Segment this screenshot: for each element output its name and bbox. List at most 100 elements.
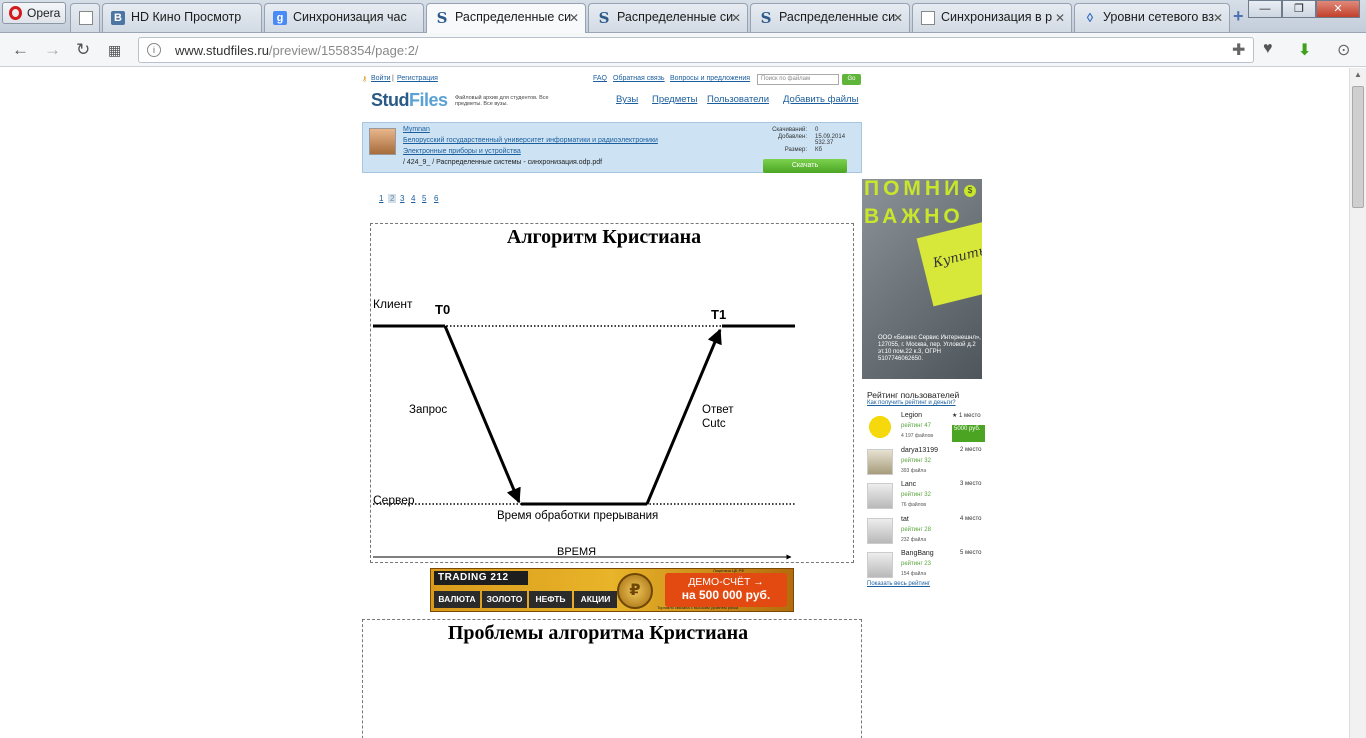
rating-row[interactable]: Lanc рейтинг 32 76 файлов 3 место [867,481,987,515]
tab-network-levels[interactable]: ◊ Уровни сетевого вз ✕ [1074,3,1230,32]
page-link-6[interactable]: 6 [434,194,438,203]
rating-row[interactable]: tat рейтинг 28 232 файла 4 место [867,516,987,550]
tab-distributed-active[interactable]: S Распределенные си ✕ [426,3,586,34]
user-avatar[interactable] [867,449,893,475]
banner-gold-button[interactable]: ЗОЛОТО [482,591,527,608]
menu-universities[interactable]: Вузы [616,94,638,105]
user-files: 76 файлов [901,502,927,508]
banner-stocks-button[interactable]: АКЦИИ [574,591,617,608]
time-axis-label: ВРЕМЯ [557,546,597,558]
server-label: Сервер [373,493,415,507]
user-rating: рейтинг 32 [901,492,931,498]
page-link-1[interactable]: 1 [379,194,383,203]
user-files: 154 файла [901,571,927,577]
user-name[interactable]: tat [901,516,909,523]
close-icon[interactable]: ✕ [731,11,741,25]
page-link-5[interactable]: 5 [422,194,426,203]
scroll-up-icon[interactable]: ▲ [1354,70,1362,79]
demo-account-button[interactable]: ДЕМО-СЧЁТ → на 500 000 руб. [665,573,787,607]
page-link-3[interactable]: 3 [400,194,404,203]
t1-label: T1 [711,307,727,322]
user-place: 4 место [960,516,982,522]
menu-add-files[interactable]: Добавить файлы [783,94,858,105]
banner-currency-button[interactable]: ВАЛЮТА [434,591,480,608]
new-tab-button[interactable]: + [1233,6,1244,27]
minimize-button[interactable]: — [1248,0,1282,18]
user-avatar[interactable] [867,552,893,578]
scrollbar-thumb[interactable] [1352,86,1364,208]
tab-label: Уровни сетевого вз [1103,10,1214,24]
user-name[interactable]: Legion [901,412,922,419]
user-name[interactable]: Lanc [901,481,916,488]
rating-howto-link[interactable]: Как получить рейтинг и деньги? [867,400,956,406]
stash-heart-icon[interactable]: ♥ [1263,40,1273,58]
slide-page-2: Проблемы алгоритма Кристиана [362,619,862,738]
faq-link[interactable]: FAQ [593,75,607,82]
close-icon[interactable]: ✕ [893,11,903,25]
tab-distributed-3[interactable]: S Распределенные си ✕ [750,3,910,32]
address-bar[interactable]: i www.studfiles.ru/preview/1558354/page:… [138,37,1254,63]
stat-value: 532.37 [815,140,834,146]
tab-distributed-2[interactable]: S Распределенные си ✕ [588,3,748,32]
right-column-ad[interactable]: ПОМНИ ВАЖНО Купить биле- $ ООО «Бизнес С… [862,179,982,379]
site-tagline: Файловый архив для студентов. Все предме… [455,95,549,107]
banner-oil-button[interactable]: НЕФТЬ [529,591,572,608]
back-button[interactable]: ← [12,40,29,60]
university-link[interactable]: Белорусский государственный университет … [403,137,658,144]
studfiles-logo[interactable]: StudFiles [371,90,448,111]
page-current-2: 2 [388,194,397,203]
download-button[interactable]: Скачать [763,159,847,173]
user-avatar[interactable] [867,518,893,544]
close-icon[interactable]: ✕ [569,11,579,25]
login-link[interactable]: Войти [371,75,391,82]
rating-row[interactable]: BangBang рейтинг 23 154 файла 5 место [867,550,987,584]
speed-dial-icon[interactable]: ▦ [108,42,121,59]
close-icon[interactable]: ✕ [1055,11,1065,25]
user-avatar[interactable] [867,483,893,509]
show-all-rating-link[interactable]: Показать весь рейтинг [867,581,930,587]
request-label: Запрос [409,404,448,416]
tab-blank[interactable] [70,3,100,32]
maximize-button[interactable]: ❐ [1282,0,1316,18]
studfiles-icon: S [598,9,610,27]
tab-hd-kino[interactable]: B HD Кино Просмотр [102,3,262,32]
feedback-link[interactable]: Обратная связь [613,75,665,82]
menu-subjects[interactable]: Предметы [652,94,697,105]
user-name[interactable]: BangBang [901,550,934,557]
rating-row[interactable]: darya13199 рейтинг 32 393 файла 2 место [867,447,987,481]
window-close-button[interactable]: ✕ [1316,0,1360,18]
extensions-icon[interactable]: ✚ [1232,40,1245,60]
page-scrollbar[interactable]: ▲ [1349,68,1366,738]
rating-row[interactable]: Legion рейтинг 47 4 197 файлов ★ 1 место… [867,412,987,446]
stat-label: Размер: [784,147,807,153]
uploader-avatar[interactable] [369,128,396,155]
page-link-4[interactable]: 4 [411,194,415,203]
menu-users[interactable]: Пользователи [707,94,769,105]
opera-menu-button[interactable]: Opera [2,2,66,24]
close-icon[interactable]: ✕ [1213,11,1223,25]
opera-logo-icon [9,6,22,20]
trading-banner-ad[interactable]: TRADING 212 ВАЛЮТА ЗОЛОТО НЕФТЬ АКЦИИ ₽ … [430,568,794,612]
tab-sync-distributed[interactable]: Синхронизация в р ✕ [912,3,1072,32]
search-go-button[interactable]: Go [842,74,861,85]
subject-link[interactable]: Электронные приборы и устройства [403,148,521,155]
downloads-manager-icon[interactable]: ⊙ [1337,40,1350,60]
address-text[interactable]: www.studfiles.ru/preview/1558354/page:2/ [175,43,419,58]
reload-button[interactable]: ↻ [76,40,90,60]
site-info-icon[interactable]: i [147,43,161,57]
t0-label: T0 [435,302,451,317]
download-icon[interactable]: ⬇ [1298,40,1311,60]
uploader-link[interactable]: Mymnan [403,126,430,133]
tab-sync-clock[interactable]: g Синхронизация час [264,3,424,32]
register-link[interactable]: Регистрация [397,75,438,82]
page-viewport: ⚷ Войти | Регистрация FAQ Обратная связь… [0,68,1366,738]
rating-title: Рейтинг пользователей [867,390,960,400]
search-input[interactable]: Поиск по файлам [757,74,839,85]
user-avatar[interactable] [867,414,893,440]
user-name[interactable]: darya13199 [901,447,938,454]
vk-icon: B [111,11,125,25]
forward-button[interactable]: → [44,40,61,60]
prize-badge: 5000 руб. [952,425,985,442]
banner-license-note: Лицензия ЦБ РФ [713,568,745,573]
suggestions-link[interactable]: Вопросы и предложения [670,75,750,82]
